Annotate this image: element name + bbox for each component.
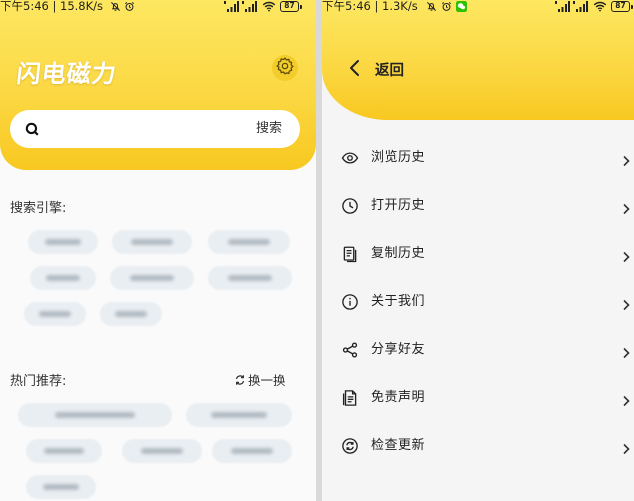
blurred-chip-text <box>114 311 148 317</box>
settings-button[interactable] <box>272 55 298 81</box>
search-input[interactable] <box>50 110 246 148</box>
engine-chip[interactable] <box>208 266 292 290</box>
engine-chip[interactable] <box>208 230 290 254</box>
refresh-icon <box>234 374 246 386</box>
battery-indicator: 87 <box>611 1 633 12</box>
menu-item-open-history[interactable]: 打开历史 <box>322 182 634 230</box>
menu-item-label: 分享好友 <box>371 342 426 357</box>
chevron-right-icon <box>622 440 630 455</box>
bell-off-icon <box>110 1 121 15</box>
menu-item-copy-history[interactable]: 复制历史 <box>322 230 634 278</box>
blurred-chip-text <box>38 311 72 317</box>
menu-item-about-us[interactable]: 关于我们 <box>322 278 634 326</box>
search-bar: 搜索 <box>10 110 300 148</box>
shuffle-label: 换一换 <box>248 373 286 388</box>
menu-item-share[interactable]: 分享好友 <box>322 326 634 374</box>
share-icon <box>341 341 359 359</box>
shuffle-button[interactable]: 换一换 <box>234 370 286 389</box>
wifi-icon <box>593 1 607 15</box>
engine-chip[interactable] <box>28 230 98 254</box>
blurred-chip-text <box>211 412 267 418</box>
menu-item-browse-history[interactable]: 浏览历史 <box>322 134 634 182</box>
hot-title: 热门推荐: <box>10 374 67 389</box>
hot-chip[interactable] <box>26 439 102 463</box>
hot-chip[interactable] <box>122 439 202 463</box>
menu-item-label: 浏览历史 <box>371 150 426 165</box>
menu-item-label: 打开历史 <box>371 198 426 213</box>
blurred-chip-text <box>130 275 174 281</box>
blurred-chip-text <box>141 448 183 454</box>
blurred-chip-text <box>44 448 84 454</box>
menu-item-disclaimer[interactable]: 免责声明 <box>322 374 634 422</box>
screenshot-stage: 下午5:46 | 15.8K/s 87 闪电磁力 搜索 搜索引擎: 热门推荐: … <box>0 0 634 501</box>
hot-chip[interactable] <box>212 439 292 463</box>
blurred-chip-text <box>44 239 82 245</box>
blurred-chip-text <box>54 412 136 418</box>
menu-item-check-update[interactable]: 检查更新 <box>322 422 634 470</box>
hot-chip[interactable] <box>186 403 292 427</box>
blurred-chip-text <box>231 448 273 454</box>
home-screen: 下午5:46 | 15.8K/s 87 闪电磁力 搜索 搜索引擎: 热门推荐: … <box>0 0 316 501</box>
blurred-chip-text <box>45 275 81 281</box>
chevron-right-icon <box>622 296 630 311</box>
engine-chip[interactable] <box>30 266 96 290</box>
menu-item-label: 复制历史 <box>371 246 426 261</box>
chevron-right-icon <box>622 344 630 359</box>
hot-chip[interactable] <box>18 403 172 427</box>
clock-icon <box>341 197 359 215</box>
signal-icon-2 <box>573 1 588 15</box>
signal-icon <box>555 1 570 15</box>
copy-document-icon <box>341 245 359 263</box>
blurred-chip-text <box>131 239 173 245</box>
refresh-update-icon <box>341 437 359 455</box>
chevron-right-icon <box>622 200 630 215</box>
engine-chip[interactable] <box>100 302 162 326</box>
battery-indicator: 87 <box>280 1 302 12</box>
chevron-right-icon <box>622 248 630 263</box>
gear-icon <box>275 56 295 80</box>
search-button[interactable]: 搜索 <box>256 110 282 148</box>
menu-item-label: 关于我们 <box>371 294 426 309</box>
menu-item-label: 免责声明 <box>371 390 426 405</box>
settings-menu: 浏览历史 打开历史 复制历史 关于我们 分享好友 免责声明 检查更新 <box>322 134 634 470</box>
engine-chip[interactable] <box>110 266 194 290</box>
hot-chip[interactable] <box>26 475 96 499</box>
search-icon <box>24 121 41 138</box>
wifi-icon <box>262 1 276 15</box>
disclaimer-document-icon <box>341 389 359 407</box>
blurred-chip-text <box>228 275 272 281</box>
settings-header <box>322 0 634 120</box>
bell-off-icon <box>426 1 437 15</box>
wechat-notification-icon <box>456 1 467 15</box>
alarm-clock-icon <box>124 1 135 15</box>
status-time-speed: 下午5:46 | 15.8K/s <box>0 0 104 13</box>
info-icon <box>341 293 359 311</box>
chevron-right-icon <box>622 392 630 407</box>
blurred-chip-text <box>227 239 271 245</box>
back-button[interactable]: 返回 <box>375 59 404 80</box>
back-arrow-icon[interactable] <box>346 58 364 78</box>
engines-title: 搜索引擎: <box>10 201 67 216</box>
blurred-chip-text <box>42 484 80 490</box>
settings-screen: 下午5:46 | 1.3K/s 87 返回 浏览历史 打开历史 复制历史 关于我… <box>322 0 634 501</box>
alarm-clock-icon <box>441 1 452 15</box>
status-bar: 下午5:46 | 15.8K/s 87 <box>0 0 316 14</box>
status-bar: 下午5:46 | 1.3K/s 87 <box>322 0 634 14</box>
signal-icon <box>224 1 239 15</box>
menu-item-label: 检查更新 <box>371 438 426 453</box>
app-title: 闪电磁力 <box>15 60 119 88</box>
engine-chip[interactable] <box>112 230 192 254</box>
chevron-right-icon <box>622 152 630 167</box>
engine-chip[interactable] <box>24 302 86 326</box>
signal-icon-2 <box>242 1 257 15</box>
eye-icon <box>341 149 359 167</box>
status-time-speed: 下午5:46 | 1.3K/s <box>322 0 418 13</box>
